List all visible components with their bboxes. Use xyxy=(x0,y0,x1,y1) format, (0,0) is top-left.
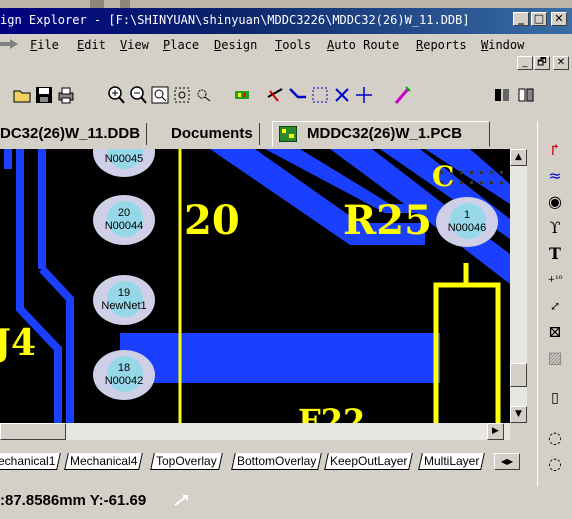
place-track-icon[interactable]: ≈ xyxy=(544,165,566,187)
zoom-fit-icon[interactable] xyxy=(150,85,170,105)
mdi-close-button[interactable]: ✕ xyxy=(553,56,569,70)
maximize-button[interactable]: □ xyxy=(531,12,547,26)
scroll-up-button[interactable]: ▲ xyxy=(510,149,527,166)
pad-net-label: N00045 xyxy=(104,153,144,165)
pad-1[interactable]: 1 N00046 xyxy=(436,197,498,247)
menu-window[interactable]: Window xyxy=(481,38,524,52)
layer-tab-topoverlay[interactable]: TopOverlay xyxy=(150,453,223,470)
pad-19[interactable]: 19 NewNet1 xyxy=(93,275,155,325)
scrollbar-corner xyxy=(510,423,537,440)
silk-r25: R25 xyxy=(343,197,432,244)
layer-tab-keepoutlayer[interactable]: KeepOutLayer xyxy=(324,453,414,470)
toolbar xyxy=(0,75,572,121)
silk-c: C xyxy=(432,160,455,193)
pad-number-label: 20 xyxy=(117,207,131,219)
close-button[interactable]: ✕ xyxy=(551,12,567,26)
pad-number-label: 1 xyxy=(463,209,471,221)
menu-edit[interactable]: Edit xyxy=(77,38,106,52)
layer-tab-multilayer[interactable]: MultiLayer xyxy=(418,453,486,470)
browse-icon[interactable] xyxy=(516,85,536,105)
document-arrow-icon xyxy=(0,39,18,49)
title-bar[interactable]: ign Explorer - [F:\SHINYUAN\shinyuan\MDD… xyxy=(0,8,572,34)
pad-18[interactable]: 18 N00042 xyxy=(93,350,155,400)
place-arc-edge-icon[interactable]: ◌ xyxy=(544,427,566,449)
save-icon[interactable] xyxy=(34,85,54,105)
menu-design[interactable]: Design xyxy=(214,38,257,52)
component-icon[interactable] xyxy=(232,85,252,105)
place-fill-icon[interactable]: ⊠ xyxy=(544,321,566,343)
open-folder-icon[interactable] xyxy=(12,85,32,105)
vertical-scroll-thumb[interactable] xyxy=(510,363,527,387)
layer-tab-mechanical1[interactable]: echanical1 xyxy=(0,453,62,470)
layer-tab-bar: echanical1 Mechanical4 TopOverlay Bottom… xyxy=(0,441,537,486)
tab-pcb[interactable]: MDDC32(26)W_1.PCB xyxy=(272,121,490,147)
vertical-scrollbar[interactable]: ▲ ▼ xyxy=(510,149,527,423)
pcb-document-icon xyxy=(279,126,297,142)
deselect-icon[interactable] xyxy=(332,85,352,105)
select-area-icon[interactable] xyxy=(310,85,330,105)
document-tab-bar: DC32(26)W_11.DDB Documents MDDC32(26)W_1… xyxy=(0,121,535,147)
menu-view[interactable]: View xyxy=(120,38,149,52)
zoom-area-icon[interactable] xyxy=(172,85,192,105)
pad-number-label: 18 xyxy=(117,362,131,374)
tab-pcb-label: MDDC32(26)W_1.PCB xyxy=(307,125,463,142)
pad-number-label: 19 xyxy=(117,287,131,299)
zoom-out-icon[interactable] xyxy=(128,85,148,105)
scroll-right-button[interactable]: ▶ xyxy=(487,423,504,440)
silk-j4: J4 xyxy=(0,322,37,364)
menu-bar: File Edit View Place Design Tools Auto R… xyxy=(0,34,572,70)
print-icon[interactable] xyxy=(56,85,76,105)
place-pad-icon[interactable]: ◉ xyxy=(544,191,566,213)
place-dimension-icon[interactable]: ⤢ xyxy=(544,295,566,317)
move-icon[interactable] xyxy=(354,85,374,105)
cross-probe-icon[interactable] xyxy=(266,85,286,105)
pad-net-label: NewNet1 xyxy=(101,300,147,312)
pad-net-label: N00046 xyxy=(447,222,487,234)
horizontal-scrollbar[interactable]: ▶ xyxy=(0,423,510,440)
cursor-arrow-icon xyxy=(174,495,188,506)
pad-20[interactable]: 20 N00044 xyxy=(93,195,155,245)
scroll-down-button[interactable]: ▼ xyxy=(510,406,527,423)
tab-ddb[interactable]: DC32(26)W_11.DDB xyxy=(0,123,148,145)
place-coordinate-icon[interactable]: +¹⁰ xyxy=(544,269,566,291)
placement-toolbar: ↱ ≈ ◉ ϒ T +¹⁰ ⤢ ⊠ ▨ ▯ ◌ ◌ xyxy=(537,121,572,486)
place-via-icon[interactable]: ϒ xyxy=(544,217,566,239)
menu-reports[interactable]: Reports xyxy=(416,38,467,52)
mdi-minimize-button[interactable]: _ xyxy=(517,56,533,70)
horizontal-scroll-thumb[interactable] xyxy=(0,423,66,440)
layer-tab-bottomoverlay[interactable]: BottomOverlay xyxy=(231,453,323,470)
zoom-in-icon[interactable] xyxy=(106,85,126,105)
place-component-icon[interactable]: ▯ xyxy=(544,387,566,409)
place-polygon-icon[interactable]: ▨ xyxy=(544,347,566,369)
place-text-icon[interactable]: T xyxy=(544,243,566,265)
mdi-restore-button[interactable]: 🗗 xyxy=(534,56,550,70)
zoom-select-icon[interactable] xyxy=(194,85,214,105)
pad-net-label: N00044 xyxy=(104,220,144,232)
menu-file[interactable]: File xyxy=(30,38,59,52)
place-arc-icon[interactable]: ↱ xyxy=(544,139,566,161)
window-title: ign Explorer - [F:\SHINYUAN\shinyuan\MDD… xyxy=(0,13,470,27)
pcb-canvas[interactable]: N00045 20 N00044 19 NewNet1 18 N00042 1 … xyxy=(0,149,510,423)
silk-partial-designator: F22 xyxy=(298,402,366,423)
interactive-route-icon[interactable] xyxy=(392,85,412,105)
tab-documents[interactable]: Documents xyxy=(165,123,260,145)
silk-designator-20: 20 xyxy=(184,197,240,244)
desktop-strip xyxy=(0,0,572,8)
cursor-coordinates: :87.8586mm Y:-61.69 xyxy=(0,492,147,509)
pad-net-label: N00042 xyxy=(104,375,144,387)
place-arc-center-icon[interactable]: ◌ xyxy=(544,453,566,475)
menu-tools[interactable]: Tools xyxy=(275,38,311,52)
menu-place[interactable]: Place xyxy=(163,38,199,52)
menu-auto-route[interactable]: Auto Route xyxy=(327,38,399,52)
route-icon[interactable] xyxy=(288,85,308,105)
layer-tab-mechanical4[interactable]: Mechanical4 xyxy=(64,453,144,470)
minimize-button[interactable]: _ xyxy=(513,12,529,26)
status-bar: :87.8586mm Y:-61.69 xyxy=(0,486,572,519)
layer-scroll-button[interactable]: ◀▶ xyxy=(494,453,520,470)
library-icon[interactable] xyxy=(492,85,512,105)
